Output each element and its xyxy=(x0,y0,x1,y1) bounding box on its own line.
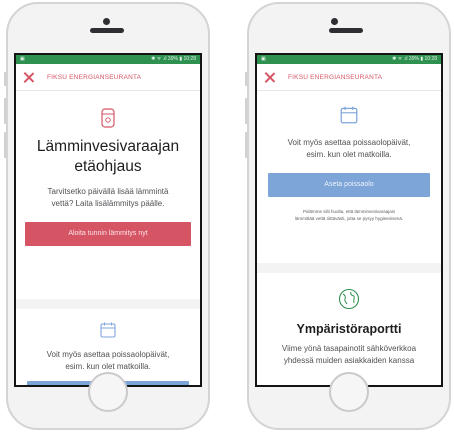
calendar-icon xyxy=(100,322,116,338)
front-camera xyxy=(103,18,110,25)
absence-note: Pidämme silti huolta, että lämminvesivar… xyxy=(294,209,404,221)
close-icon[interactable] xyxy=(263,71,276,84)
report-title: Ympäristöraportti xyxy=(296,322,402,336)
status-bar: ▣ ✱ ᯤ .ıl 39% ▮ 10:28 xyxy=(257,55,441,64)
environment-report-card: Ympäristöraportti Viime yönä tasapainoti… xyxy=(257,273,441,385)
earpiece-speaker xyxy=(329,28,363,33)
status-indicators: ✱ ᯤ .ıl 39% ▮ 10:28 xyxy=(392,56,437,62)
card-divider xyxy=(257,263,441,273)
home-button xyxy=(88,372,128,412)
water-heater-card: Lämminvesivaraajan etäohjaus Tarvitsetko… xyxy=(16,91,200,299)
start-heating-button[interactable]: Aloita tunnin lämmitys nyt xyxy=(25,222,191,246)
absence-card: Voit myös asettaa poissaolopäivät, esim.… xyxy=(257,91,441,263)
water-heater-icon xyxy=(101,108,115,128)
calendar-icon xyxy=(340,106,358,124)
app-title: FIKSU ENERGIANSEURANTA xyxy=(47,73,142,81)
app-header: FIKSU ENERGIANSEURANTA xyxy=(16,64,200,91)
photo-icon: ▣ xyxy=(20,56,25,62)
front-camera xyxy=(331,18,338,25)
globe-icon xyxy=(338,288,360,310)
right-app-screen: ▣ ✱ ᯤ .ıl 39% ▮ 10:28 FIKSU ENERGIANSEUR… xyxy=(255,53,443,387)
card-divider xyxy=(16,299,200,309)
right-phone: ▣ ✱ ᯤ .ıl 39% ▮ 10:28 FIKSU ENERGIANSEUR… xyxy=(241,0,454,432)
set-absence-button[interactable]: Aseta poissaolo xyxy=(268,173,430,197)
absence-description: Voit myös asettaa poissaolopäivät, esim.… xyxy=(287,138,411,159)
report-description: Viime yönä tasapainotit sähköverkkoa yhd… xyxy=(281,344,417,365)
app-header: FIKSU ENERGIANSEURANTA xyxy=(257,64,441,91)
home-button xyxy=(329,372,369,412)
card-description: Tarvitsetko päivällä lisää lämmintä vett… xyxy=(47,187,169,208)
status-bar: ▣ ✱ ᯤ .ıl 39% ▮ 10:28 xyxy=(16,55,200,64)
absence-description: Voit myös asettaa poissaolopäivät, esim.… xyxy=(46,350,170,371)
close-icon[interactable] xyxy=(22,71,35,84)
left-app-screen: ▣ ✱ ᯤ .ıl 39% ▮ 10:28 FIKSU ENERGIANSEUR… xyxy=(14,53,202,387)
status-indicators: ✱ ᯤ .ıl 39% ▮ 10:28 xyxy=(151,56,196,62)
earpiece-speaker xyxy=(90,28,124,33)
photo-icon: ▣ xyxy=(261,56,266,62)
card-title: Lämminvesivaraajan etäohjaus xyxy=(36,138,180,175)
app-title: FIKSU ENERGIANSEURANTA xyxy=(288,73,383,81)
left-phone: ▣ ✱ ᯤ .ıl 39% ▮ 10:28 FIKSU ENERGIANSEUR… xyxy=(0,0,216,432)
